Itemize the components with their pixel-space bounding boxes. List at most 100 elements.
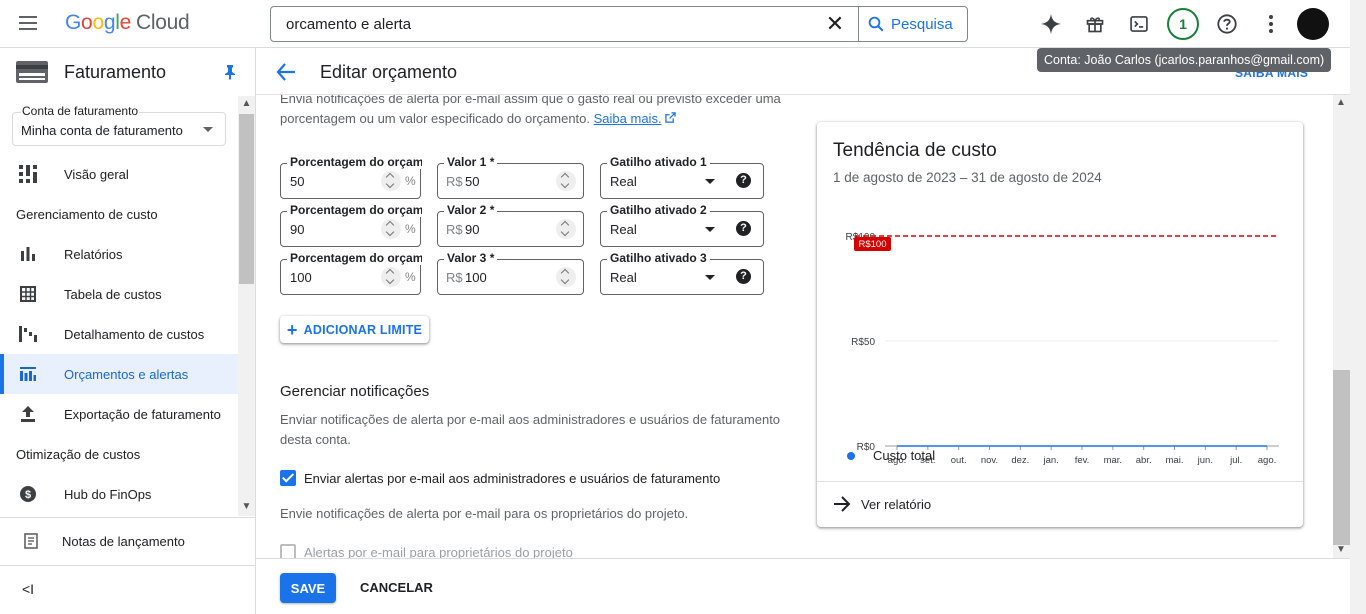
number-stepper-icon[interactable]	[381, 267, 401, 287]
email-project-owners-checkbox[interactable]	[280, 544, 296, 558]
billing-card-icon	[16, 61, 48, 83]
legend-dot	[847, 451, 855, 460]
trigger-select[interactable]: Gatilho ativado 3 Real ?	[600, 251, 764, 295]
number-stepper-icon[interactable]	[556, 171, 576, 191]
project-owners-description: Envie notificações de alerta por e-mail …	[280, 506, 689, 521]
x-tick-label: ago.	[1258, 455, 1277, 466]
budget-label: R$100	[859, 239, 887, 250]
learn-more-inline-link[interactable]: Saiba mais.	[594, 111, 662, 126]
gift-icon[interactable]	[1083, 12, 1107, 36]
arrow-right-icon	[834, 496, 851, 512]
cancel-button[interactable]: CANCELAR	[360, 580, 433, 595]
billing-account-value: Minha conta de faturamento	[21, 123, 183, 138]
sidebar-item-budgets-alerts[interactable]: Orçamentos e alertas	[0, 354, 238, 394]
threshold-amount-field[interactable]: Valor 3 * R$ 100	[437, 251, 584, 295]
main-scrollbar[interactable]: ▲ ▼	[1333, 95, 1350, 558]
external-link-icon	[665, 112, 676, 123]
sidebar-title: Faturamento	[64, 62, 167, 82]
chart-legend: Custo total	[847, 448, 935, 463]
y-tick-label: R$50	[851, 337, 875, 348]
sidebar-section-cost-management: Gerenciamento de custo	[16, 207, 158, 222]
search-icon	[868, 16, 884, 32]
dashboard-icon	[0, 165, 64, 183]
help-icon[interactable]: ?	[736, 173, 751, 188]
plus-icon: +	[286, 319, 298, 340]
notifications-section-title: Gerenciar notificações	[280, 383, 430, 400]
scroll-down-icon[interactable]: ▼	[241, 501, 252, 512]
clear-search-icon[interactable]: ✕	[824, 13, 846, 35]
svg-text:$: $	[25, 489, 31, 501]
card-date-range: 1 de agosto de 2023 – 31 de agosto de 20…	[833, 170, 1102, 185]
threshold-percent-field[interactable]: Porcentagem do orçamento * 50 %	[280, 155, 422, 199]
number-stepper-icon[interactable]	[381, 171, 401, 191]
notifications-description: Enviar notificações de alerta por e-mail…	[280, 412, 781, 447]
number-stepper-icon[interactable]	[556, 267, 576, 287]
sidebar-divider	[0, 517, 255, 518]
billing-account-select[interactable]: Conta de faturamento Minha conta de fatu…	[12, 104, 226, 146]
x-tick-label: mai.	[1166, 455, 1184, 466]
x-tick-label: dez.	[1011, 455, 1029, 466]
sidebar-scroll-thumb[interactable]	[239, 114, 254, 284]
page-title: Editar orçamento	[320, 62, 458, 82]
window-scrollbar[interactable]	[1350, 0, 1366, 614]
bar-chart-icon	[0, 247, 64, 261]
pin-icon[interactable]	[222, 64, 238, 80]
action-footer: SAVE CANCELAR	[256, 558, 1350, 614]
sidebar-header: Faturamento	[0, 48, 255, 96]
gemini-sparkle-icon[interactable]	[1039, 12, 1063, 36]
sidebar-scrollbar[interactable]: ▲ ▼	[238, 96, 255, 516]
top-bar: Google Cloud orcamento e alerta ✕ Pesquis…	[0, 0, 1366, 48]
search-bar[interactable]: orcamento e alerta ✕ Pesquisa	[270, 6, 968, 42]
account-avatar[interactable]	[1297, 8, 1329, 40]
trigger-select[interactable]: Gatilho ativado 2 Real ?	[600, 203, 764, 247]
search-input[interactable]: orcamento e alerta	[286, 16, 411, 33]
x-tick-label: jul.	[1229, 455, 1242, 466]
scroll-up-icon[interactable]: ▲	[1336, 97, 1346, 108]
cloud-shell-icon[interactable]	[1127, 12, 1151, 36]
main-menu-icon[interactable]	[16, 12, 40, 36]
x-tick-label: nov.	[981, 455, 998, 466]
search-button[interactable]: Pesquisa	[867, 13, 953, 35]
threshold-amount-field[interactable]: Valor 2 * R$ 90	[437, 203, 584, 247]
help-icon[interactable]: ?	[736, 221, 751, 236]
collapse-sidebar-icon[interactable]: <I	[22, 581, 34, 597]
sidebar-item-cost-table[interactable]: Tabela de custos	[0, 274, 238, 314]
dropdown-arrow-icon	[705, 227, 715, 232]
sidebar: Faturamento Conta de faturamento Minha c…	[0, 48, 256, 614]
sidebar-section-cost-optimization: Otimização de custos	[16, 447, 141, 462]
back-arrow-icon[interactable]	[275, 61, 297, 83]
sidebar-item-cost-breakdown[interactable]: Detalhamento de custos	[0, 314, 238, 354]
sidebar-item-release-notes[interactable]: Notas de lançamento	[0, 521, 255, 561]
number-stepper-icon[interactable]	[556, 219, 576, 239]
number-stepper-icon[interactable]	[381, 219, 401, 239]
sidebar-item-overview[interactable]: Visão geral	[0, 154, 238, 194]
help-icon[interactable]	[1215, 12, 1239, 36]
x-tick-label: mar.	[1104, 455, 1122, 466]
sidebar-divider-2	[0, 565, 255, 566]
trigger-select[interactable]: Gatilho ativado 1 Real ?	[600, 155, 764, 199]
google-cloud-logo[interactable]: Google Cloud	[65, 11, 190, 35]
threshold-percent-field[interactable]: Porcentagem do orçamento * 90 %	[280, 203, 422, 247]
cost-trend-chart: R$0R$50R$100ago.set.out.nov.dez.jan.fev.…	[846, 232, 1279, 466]
legend-label: Custo total	[873, 448, 936, 463]
scroll-up-icon[interactable]: ▲	[241, 98, 252, 109]
release-notes-icon	[0, 533, 62, 549]
email-billing-admins-checkbox[interactable]	[280, 470, 296, 486]
help-icon[interactable]: ?	[736, 269, 751, 284]
sidebar-item-finops-hub[interactable]: $ Hub do FinOps	[0, 474, 238, 514]
main-scroll-thumb[interactable]	[1333, 370, 1350, 545]
sidebar-item-billing-export[interactable]: Exportação de faturamento	[0, 394, 238, 434]
more-vert-icon[interactable]	[1259, 12, 1283, 36]
add-threshold-button[interactable]: + ADICIONAR LIMITE	[280, 316, 429, 343]
sidebar-item-reports[interactable]: Relatórios	[0, 234, 238, 274]
threshold-amount-field[interactable]: Valor 1 * R$ 50	[437, 155, 584, 199]
upload-icon	[0, 406, 64, 422]
notifications-badge[interactable]: 1	[1167, 8, 1199, 40]
view-report-link[interactable]: Ver relatório	[833, 496, 931, 512]
table-icon	[0, 286, 64, 302]
cost-trend-card: Tendência de custo 1 de agosto de 2023 –…	[817, 122, 1303, 527]
scroll-down-icon[interactable]: ▼	[1336, 544, 1346, 555]
dropdown-arrow-icon	[705, 275, 715, 280]
threshold-percent-field[interactable]: Porcentagem do orçamento * 100 %	[280, 251, 422, 295]
save-button[interactable]: SAVE	[280, 573, 336, 603]
